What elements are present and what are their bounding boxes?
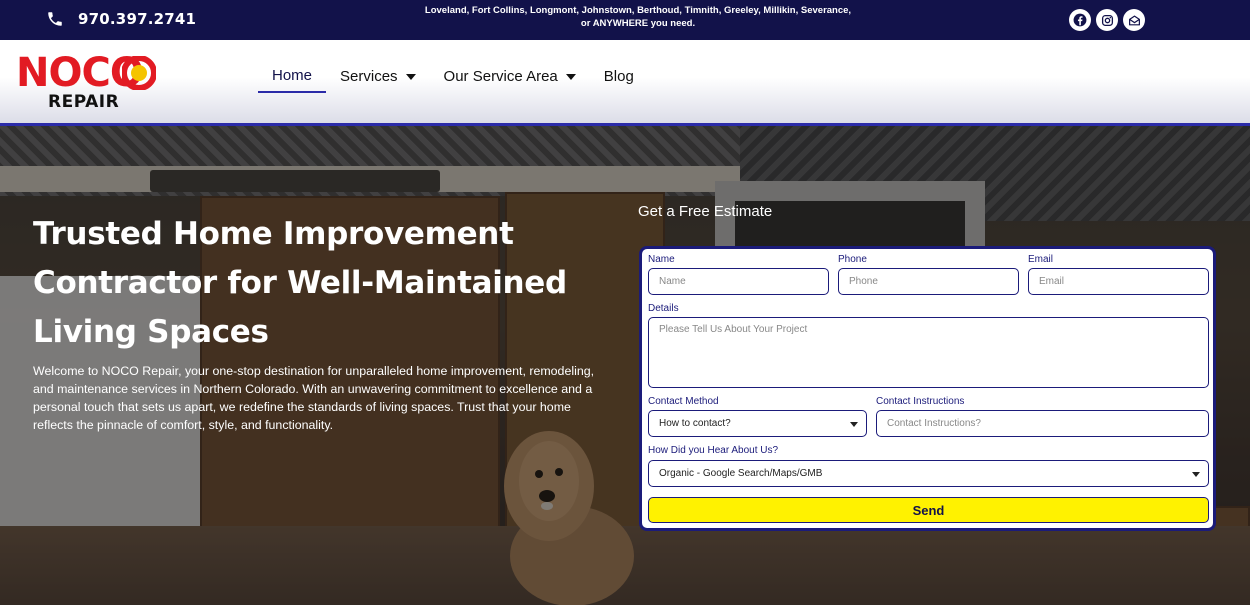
nav-services-label: Services	[340, 68, 398, 85]
contact-method-value: How to contact?	[659, 418, 731, 429]
main-nav: Home Services Our Service Area Blog	[258, 60, 648, 93]
name-label: Name	[648, 254, 675, 265]
site-logo[interactable]: NOCO REPAIR	[16, 53, 166, 115]
email-icon[interactable]	[1123, 9, 1145, 31]
heard-value: Organic - Google Search/Maps/GMB	[659, 468, 823, 479]
email-label: Email	[1028, 254, 1054, 265]
estimate-form: Name Name Phone Phone Email Email Detail…	[639, 246, 1216, 531]
phone-field[interactable]: Phone	[838, 268, 1019, 295]
chevron-down-icon	[405, 73, 416, 80]
nav-home-label: Home	[272, 67, 313, 84]
heard-label: How Did you Hear About Us?	[648, 445, 779, 456]
nav-services[interactable]: Services	[326, 61, 430, 92]
contact-instructions-field[interactable]: Contact Instructions?	[876, 410, 1209, 437]
instagram-icon[interactable]	[1096, 9, 1118, 31]
facebook-icon[interactable]	[1069, 9, 1091, 31]
chevron-down-icon	[1192, 471, 1200, 477]
heard-select[interactable]: Organic - Google Search/Maps/GMB	[648, 460, 1209, 487]
send-button[interactable]: Send	[648, 497, 1209, 523]
contact-instructions-label: Contact Instructions	[876, 396, 965, 407]
chevron-down-icon	[850, 421, 858, 427]
service-areas-line-2: or ANYWHERE you need.	[580, 18, 696, 29]
logo-subtext: REPAIR	[48, 92, 120, 112]
service-areas-text: Loveland, Fort Collins, Longmont, Johnst…	[420, 4, 856, 30]
hero-intro: Welcome to NOCO Repair, your one-stop de…	[33, 364, 595, 432]
phone-icon	[48, 12, 62, 26]
contact-method-label: Contact Method	[648, 396, 719, 407]
chevron-down-icon	[565, 73, 576, 80]
email-field[interactable]: Email	[1028, 268, 1209, 295]
phone-label: Phone	[838, 254, 867, 265]
top-bar: 970.397.2741 Loveland, Fort Collins, Lon…	[0, 0, 1250, 40]
hero-section: Trusted Home Improvement Contractor for …	[0, 126, 1250, 605]
social-links	[1069, 9, 1145, 31]
service-areas-line-1: Loveland, Fort Collins, Longmont, Johnst…	[424, 5, 852, 16]
colorado-flag-icon	[122, 56, 156, 90]
phone-link[interactable]: 970.397.2741	[46, 10, 196, 28]
name-field[interactable]: Name	[648, 268, 829, 295]
site-header: NOCO REPAIR Home Services Our Service Ar…	[0, 40, 1250, 126]
details-textarea[interactable]: Please Tell Us About Your Project	[648, 317, 1209, 388]
contact-method-select[interactable]: How to contact?	[648, 410, 867, 437]
estimate-heading: Get a Free Estimate	[638, 203, 773, 220]
nav-blog-label: Blog	[603, 68, 634, 85]
nav-home[interactable]: Home	[258, 60, 327, 93]
hero-title: Trusted Home Improvement Contractor for …	[33, 216, 567, 350]
phone-number: 970.397.2741	[78, 10, 197, 28]
details-label: Details	[648, 303, 679, 314]
nav-service-area[interactable]: Our Service Area	[430, 61, 590, 92]
nav-service-area-label: Our Service Area	[443, 68, 558, 85]
nav-blog[interactable]: Blog	[590, 61, 648, 92]
